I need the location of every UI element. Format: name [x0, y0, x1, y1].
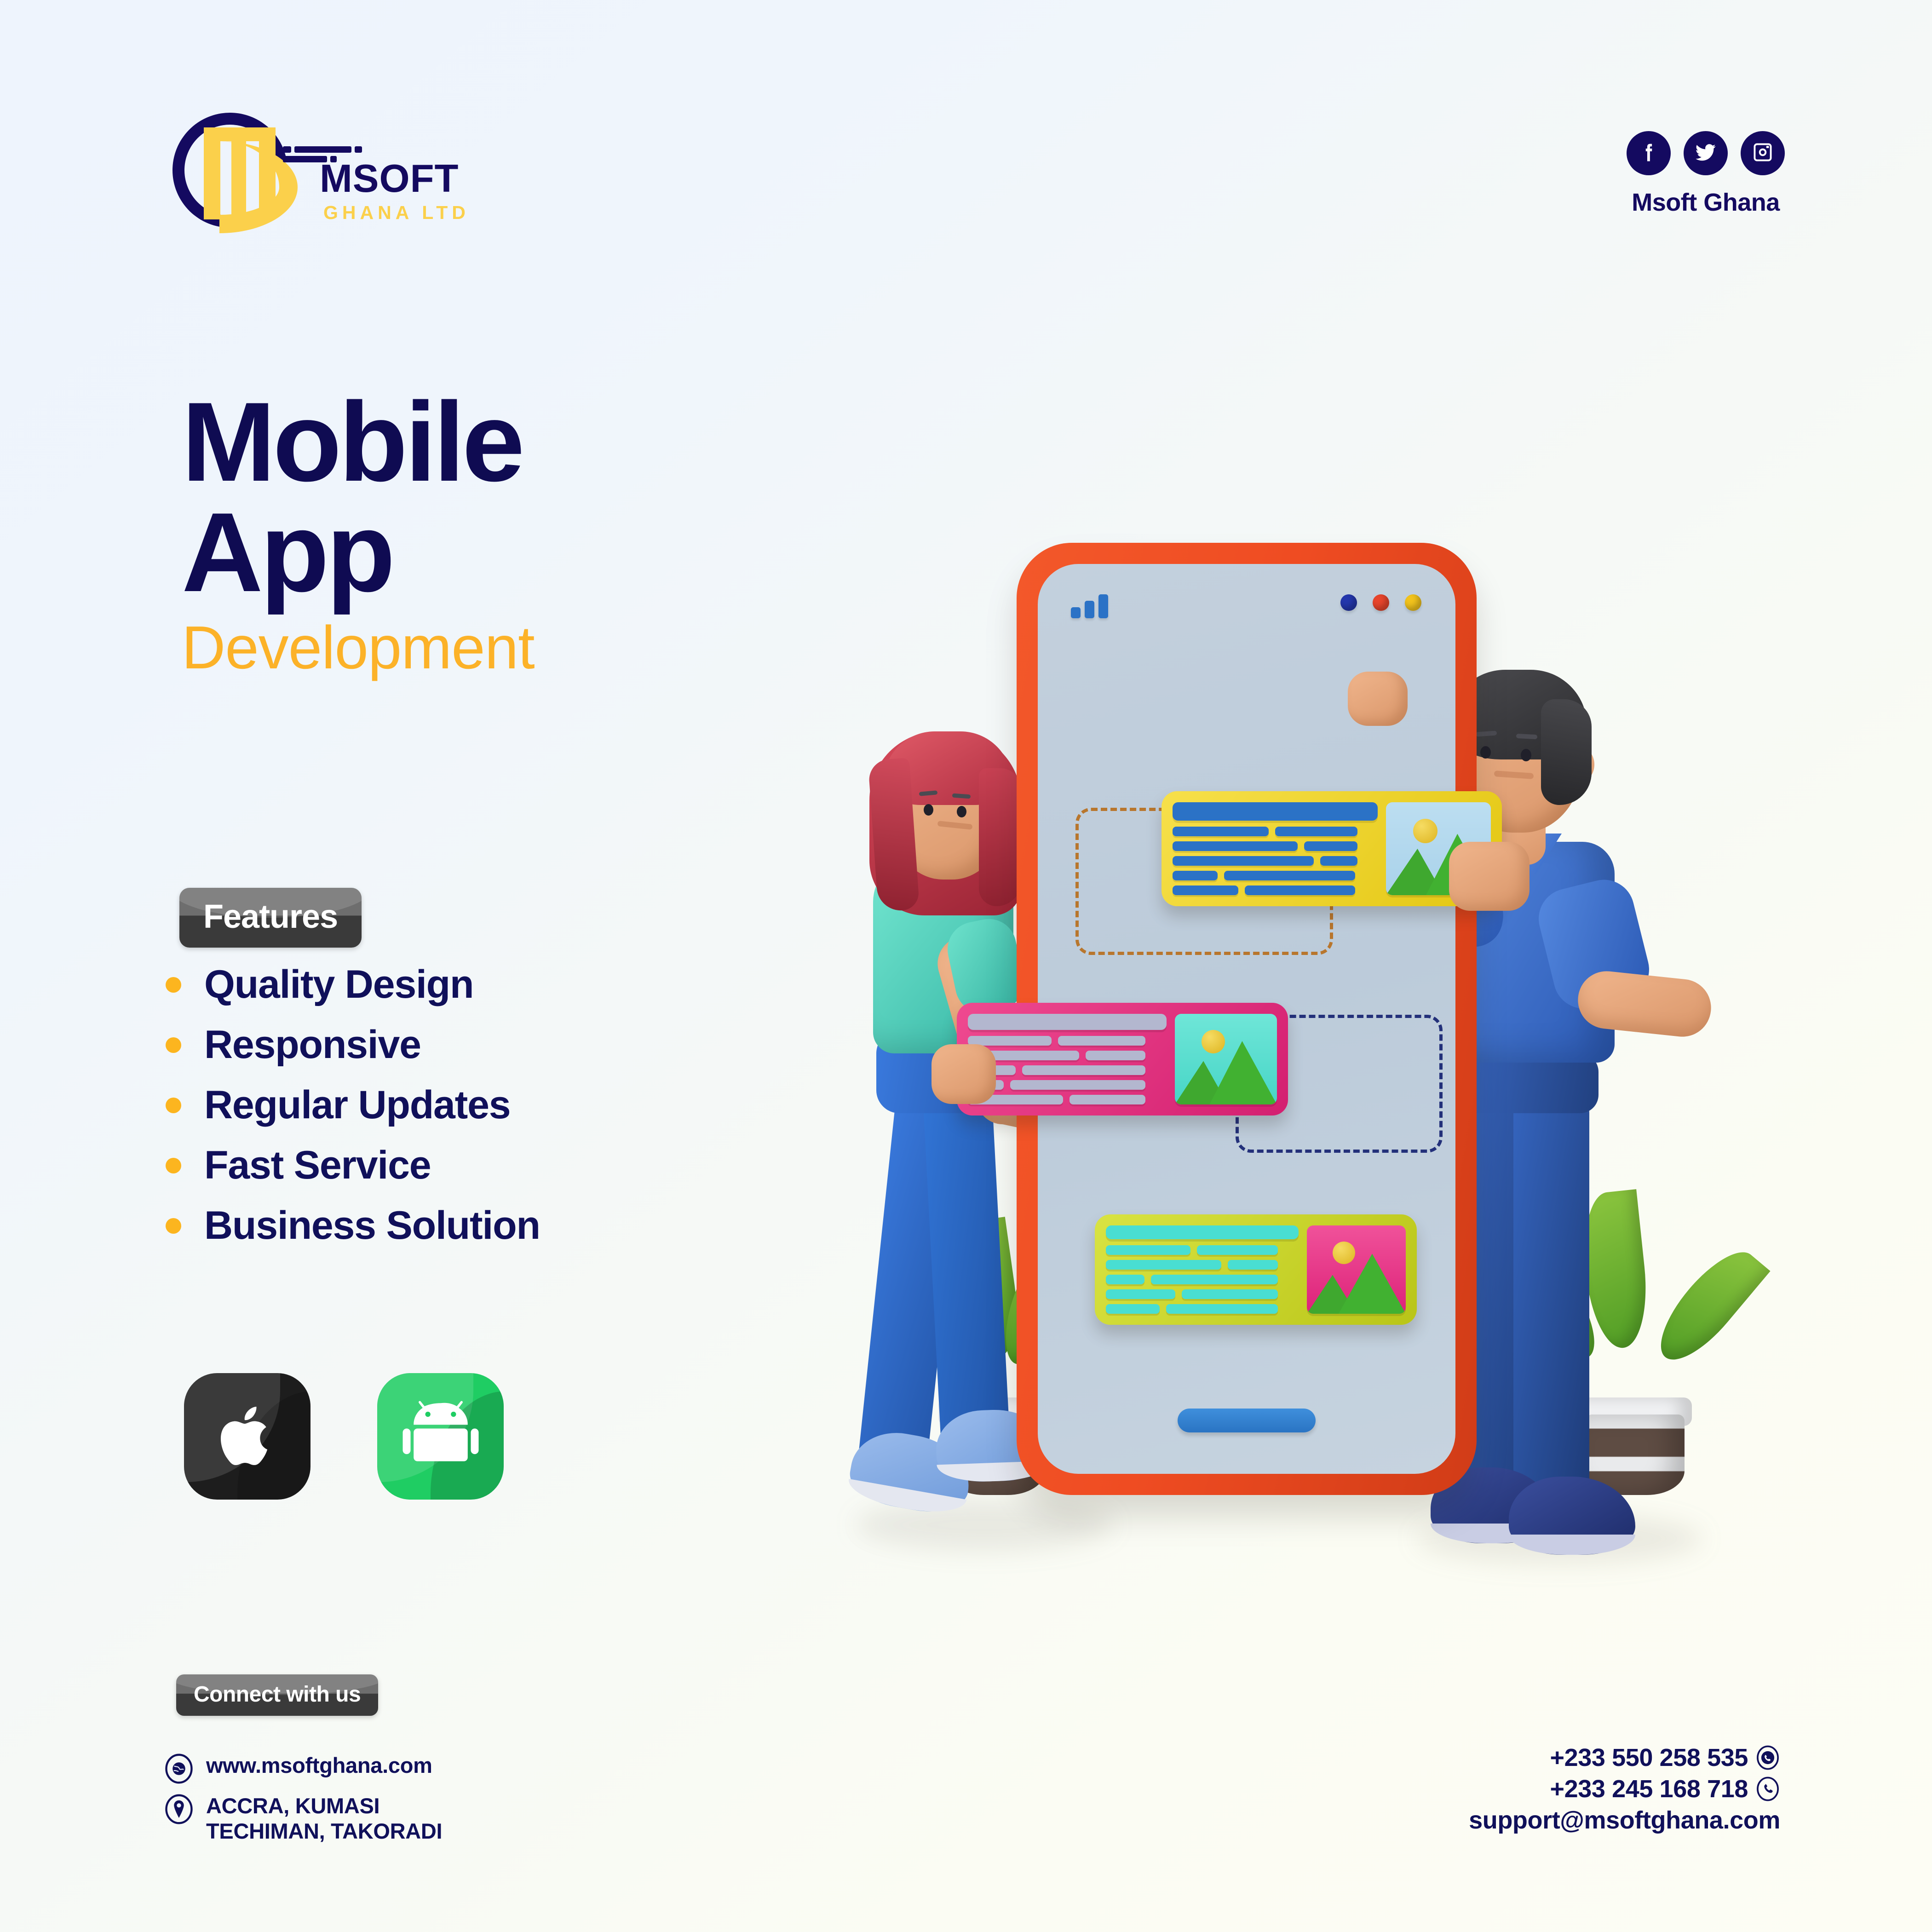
- facebook-icon: [1637, 140, 1661, 167]
- social-block: Msoft Ghana: [1627, 131, 1785, 217]
- feature-label: Fast Service: [204, 1143, 431, 1187]
- contact-address-row: ACCRA, KUMASI TECHIMAN, TAKORADI: [165, 1793, 443, 1844]
- eye: [924, 804, 933, 816]
- platform-android-tile[interactable]: [377, 1373, 504, 1500]
- contact-left-block: www.msoftghana.com ACCRA, KUMASI TECHIMAN…: [165, 1753, 443, 1853]
- social-handle-label: Msoft Ghana: [1632, 189, 1780, 216]
- contact-website-row[interactable]: www.msoftghana.com: [165, 1753, 442, 1784]
- feature-label: Regular Updates: [204, 1083, 511, 1127]
- eye: [1480, 746, 1491, 759]
- website-label: www.msoftghana.com: [206, 1753, 432, 1777]
- address-line-1: ACCRA, KUMASI: [206, 1794, 380, 1818]
- globe-icon: [165, 1754, 193, 1784]
- bullet-dot-icon: [166, 1097, 181, 1113]
- content-card-pink[interactable]: [957, 1003, 1288, 1116]
- social-link-facebook[interactable]: [1627, 131, 1671, 175]
- features-heading: Features: [179, 888, 362, 950]
- hand: [932, 1044, 996, 1104]
- headline-line-2: App: [182, 489, 395, 615]
- card-image-thumb: [1175, 1014, 1277, 1104]
- home-indicator: [1178, 1409, 1316, 1432]
- list-item: Fast Service: [166, 1135, 540, 1196]
- connect-badge-label: Connect with us: [194, 1682, 361, 1707]
- instagram-icon: [1751, 140, 1775, 167]
- brand-logo[interactable]: MSOFT GHANA LTD: [150, 90, 490, 251]
- list-item: Regular Updates: [166, 1075, 540, 1135]
- signal-bars-icon: [1071, 594, 1108, 618]
- bullet-dot-icon: [166, 1037, 181, 1053]
- poster-canvas: MSOFT GHANA LTD Msoft Ghana Mobile App D…: [0, 0, 1932, 1932]
- eye: [1521, 749, 1531, 761]
- connect-heading: Connect with us: [176, 1674, 379, 1718]
- platform-icons: [184, 1373, 504, 1500]
- email-label: support@msoftghana.com: [1469, 1806, 1780, 1834]
- mobile-app-development-3d-illustration: [819, 543, 1886, 1670]
- headline-line-1: Mobile: [182, 379, 525, 505]
- features-list: Quality Design Responsive Regular Update…: [166, 954, 540, 1256]
- hand: [1348, 672, 1408, 726]
- phone-icon: [1755, 1777, 1780, 1801]
- list-item: Quality Design: [166, 954, 540, 1015]
- card-image-thumb: [1306, 1225, 1406, 1314]
- whatsapp-number-label: +233 550 258 535: [1550, 1744, 1748, 1771]
- social-link-instagram[interactable]: [1741, 131, 1785, 175]
- feature-label: Business Solution: [204, 1203, 540, 1248]
- address-label: ACCRA, KUMASI TECHIMAN, TAKORADI: [206, 1793, 443, 1844]
- contact-right-block: +233 550 258 535 +233 245 168 718 suppor…: [1469, 1743, 1780, 1834]
- phone-number-label: +233 245 168 718: [1550, 1775, 1748, 1803]
- features-badge-label: Features: [203, 898, 338, 935]
- social-link-twitter[interactable]: [1684, 131, 1728, 175]
- bullet-dot-icon: [166, 1218, 181, 1234]
- logo-tagline: GHANA LTD: [323, 202, 470, 223]
- page-title: Mobile App Development: [182, 379, 849, 682]
- list-item: Responsive: [166, 1015, 540, 1075]
- list-item: Business Solution: [166, 1196, 540, 1256]
- headline-subtitle: Development: [182, 614, 535, 682]
- bullet-dot-icon: [166, 977, 181, 993]
- hand: [1449, 842, 1530, 911]
- address-line-2: TECHIMAN, TAKORADI: [206, 1819, 443, 1844]
- feature-label: Responsive: [204, 1023, 421, 1067]
- window-dots: [1340, 594, 1421, 611]
- logo-wordmark: MSOFT: [320, 157, 459, 201]
- shoe: [1509, 1477, 1635, 1555]
- content-card-lime[interactable]: [1095, 1214, 1417, 1325]
- eye: [957, 806, 966, 817]
- contact-phone-row[interactable]: +233 245 168 718: [1469, 1775, 1780, 1803]
- feature-label: Quality Design: [204, 962, 474, 1006]
- location-pin-icon: [165, 1794, 193, 1824]
- twitter-icon: [1694, 140, 1718, 167]
- contact-whatsapp-row[interactable]: +233 550 258 535: [1469, 1743, 1780, 1772]
- whatsapp-icon: [1755, 1745, 1780, 1770]
- platform-ios-tile[interactable]: [184, 1373, 310, 1500]
- bullet-dot-icon: [166, 1157, 181, 1173]
